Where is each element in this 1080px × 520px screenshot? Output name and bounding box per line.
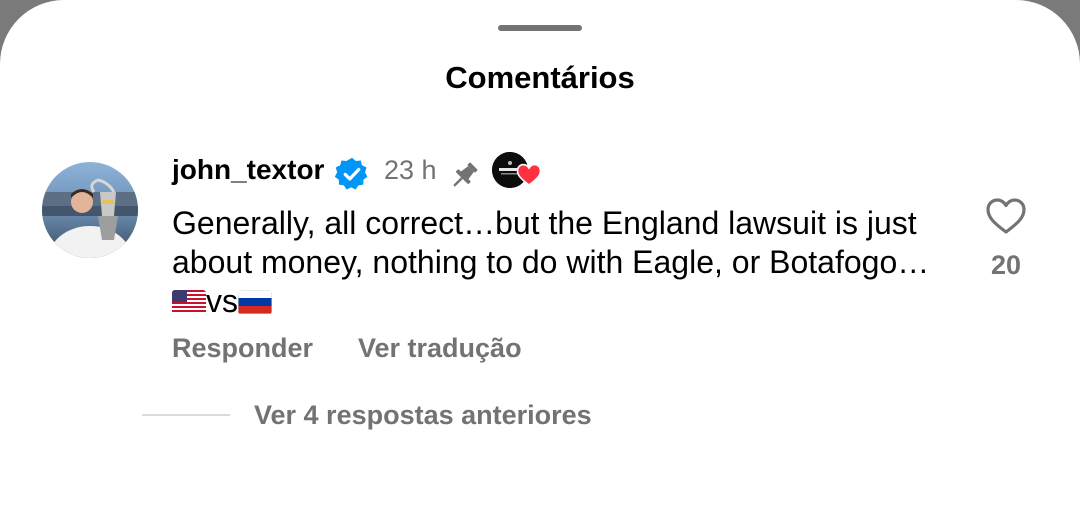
reply-button[interactable]: Responder <box>172 333 313 364</box>
vs-text: vs <box>206 283 238 319</box>
ru-flag-icon <box>238 290 272 314</box>
verified-badge-icon <box>334 157 368 190</box>
comment-username[interactable]: john_textor <box>172 154 324 186</box>
like-count: 20 <box>990 250 1022 280</box>
us-flag-icon <box>172 290 206 314</box>
comment-body: Generally, all correct…but the England l… <box>172 205 930 280</box>
replies-divider <box>142 414 230 416</box>
comment-text: Generally, all correct…but the England l… <box>172 204 952 321</box>
heart-filled-icon <box>516 163 542 187</box>
sheet-title: Comentários <box>445 60 635 95</box>
comments-sheet: Comentários john_textor 23 h Generally, … <box>0 0 1080 520</box>
comment-timestamp: 23 h <box>384 155 437 185</box>
view-previous-replies-button[interactable]: Ver 4 respostas anteriores <box>254 400 592 431</box>
drag-handle[interactable] <box>498 25 582 31</box>
avatar[interactable] <box>42 162 138 258</box>
pin-icon <box>453 162 478 187</box>
translate-button[interactable]: Ver tradução <box>358 333 522 364</box>
heart-outline-icon[interactable] <box>985 196 1027 236</box>
